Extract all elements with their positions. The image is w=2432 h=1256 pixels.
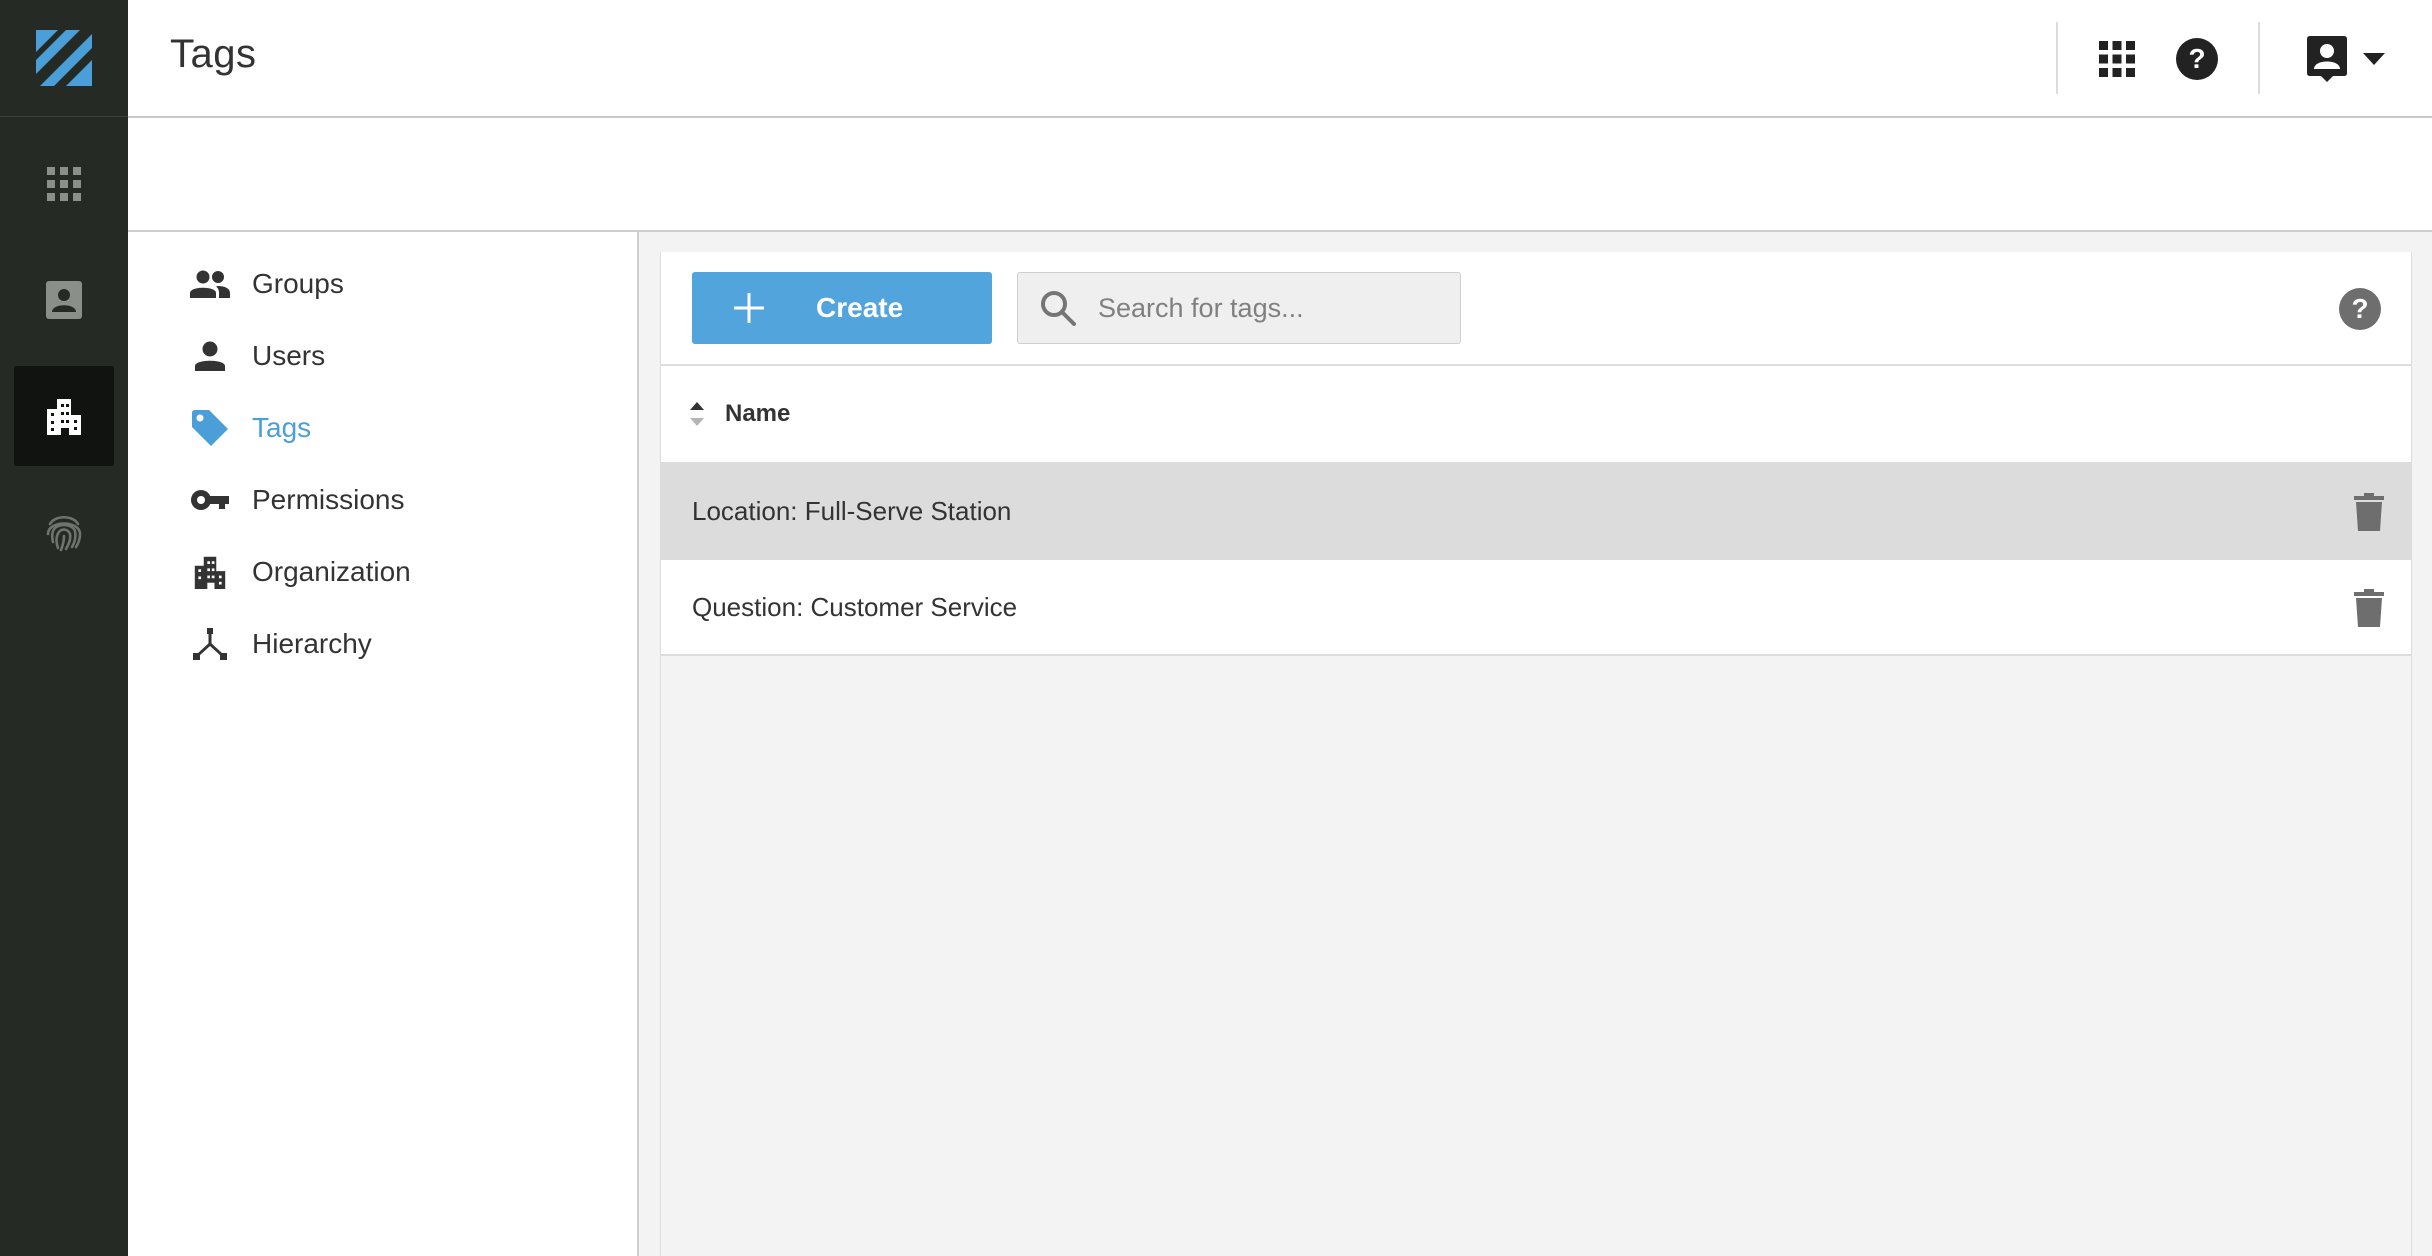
delete-button[interactable] — [2351, 492, 2387, 532]
nav-item-users[interactable]: Users — [190, 326, 325, 386]
logo-icon — [36, 30, 92, 86]
nav-label: Organization — [252, 556, 411, 587]
nav-label: Permissions — [252, 484, 405, 515]
nav-label: Tags — [252, 412, 312, 443]
tag-name: Location: Full-Serve Station — [692, 495, 1012, 526]
delete-button[interactable] — [2351, 588, 2387, 628]
rail-contacts[interactable] — [14, 250, 114, 350]
tags-panel: Create ? — [660, 252, 2412, 1256]
svg-text:?: ? — [2188, 43, 2205, 74]
nav-label: Groups — [252, 268, 344, 299]
user-icon — [190, 336, 230, 376]
create-button[interactable]: Create — [692, 272, 992, 344]
nav-label: Users — [252, 340, 326, 371]
app-rail — [0, 0, 128, 1256]
main-content: Create ? — [639, 232, 2432, 1256]
tag-name: Question: Customer Service — [692, 591, 1018, 622]
hierarchy-icon — [190, 624, 230, 664]
nav-item-tags[interactable]: Tags — [190, 398, 311, 458]
column-header-name[interactable]: Name — [725, 400, 790, 428]
header-divider — [2258, 22, 2260, 94]
contact-card-icon — [46, 281, 82, 319]
nav-label: Hierarchy — [252, 628, 372, 659]
tag-icon — [190, 408, 230, 448]
app-logo[interactable] — [0, 0, 128, 117]
building-icon — [47, 399, 81, 435]
table-row[interactable]: Question: Customer Service — [661, 560, 2411, 656]
account-card-icon — [2307, 36, 2347, 82]
help-button[interactable]: ? — [2166, 28, 2228, 90]
sort-icon[interactable] — [685, 400, 709, 428]
help-icon: ? — [2176, 38, 2218, 80]
groups-icon — [190, 264, 230, 304]
plus-icon — [734, 293, 784, 323]
table-row[interactable]: Location: Full-Serve Station — [661, 464, 2411, 560]
settings-nav: Groups Users Tags Permissions Organizati… — [128, 232, 639, 1256]
tags-toolbar: Create ? — [661, 252, 2411, 366]
nav-item-hierarchy[interactable]: Hierarchy — [190, 614, 372, 674]
page-title: Tags — [170, 32, 257, 76]
nav-item-permissions[interactable]: Permissions — [190, 470, 404, 530]
panel-help-button[interactable]: ? — [2339, 288, 2381, 330]
header-divider — [2056, 22, 2058, 94]
nav-item-organization[interactable]: Organization — [190, 542, 411, 602]
rail-security[interactable] — [14, 482, 114, 582]
trash-icon — [2354, 493, 2384, 531]
apps-launcher-button[interactable] — [2086, 28, 2148, 90]
building-icon — [190, 552, 230, 592]
search-field[interactable] — [1017, 272, 1461, 344]
nav-item-groups[interactable]: Groups — [190, 254, 344, 314]
svg-text:?: ? — [2351, 293, 2368, 324]
top-header: Tags ? — [128, 0, 2432, 118]
search-icon — [1040, 290, 1080, 326]
search-input[interactable] — [1096, 291, 1440, 325]
account-menu-button[interactable] — [2296, 28, 2396, 90]
help-icon: ? — [2339, 288, 2381, 330]
trash-icon — [2354, 589, 2384, 627]
apps-grid-icon — [2099, 41, 2135, 77]
fingerprint-icon — [46, 515, 82, 552]
sub-header — [128, 118, 2432, 232]
create-button-label: Create — [816, 292, 904, 323]
apps-grid-icon — [47, 167, 81, 201]
key-icon — [190, 480, 230, 520]
chevron-down-icon — [2363, 53, 2385, 65]
table-header: Name — [661, 366, 2411, 464]
rail-organization[interactable] — [14, 366, 114, 466]
rail-apps[interactable] — [14, 134, 114, 234]
